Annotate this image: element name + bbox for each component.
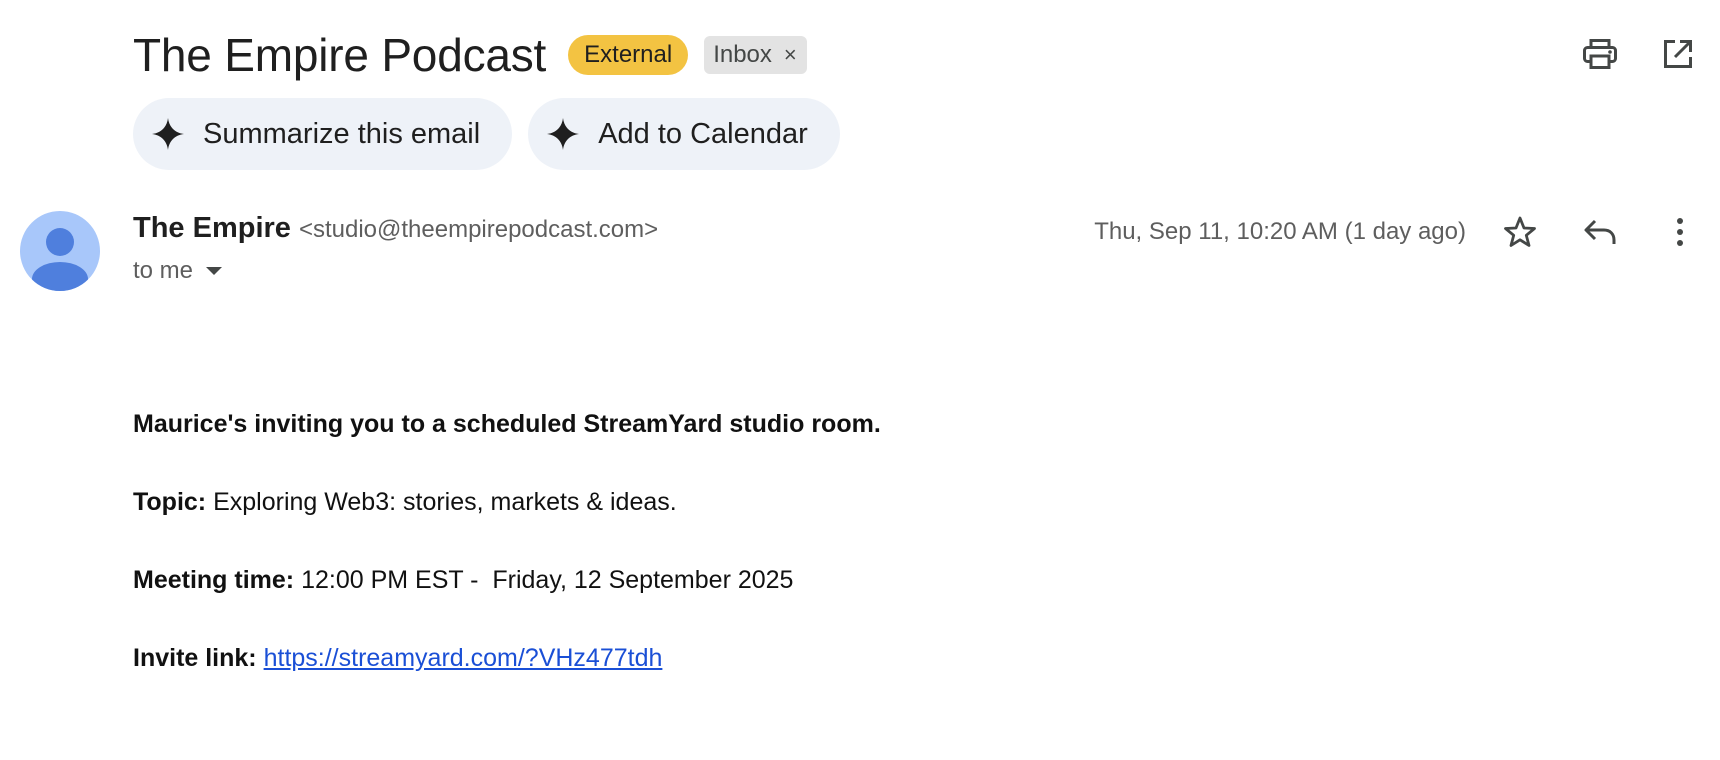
reply-icon bbox=[1584, 219, 1616, 244]
body-intro: Maurice's inviting you to a scheduled St… bbox=[133, 406, 881, 442]
chevron-down-icon bbox=[206, 267, 223, 275]
remove-label-icon[interactable]: × bbox=[784, 36, 797, 74]
sparkle-icon bbox=[152, 118, 184, 150]
inbox-label-text: Inbox bbox=[713, 41, 772, 68]
print-button[interactable] bbox=[1580, 34, 1620, 74]
summarize-email-label: Summarize this email bbox=[203, 117, 481, 150]
sender-block: The Empire <studio@theempirepodcast.com>… bbox=[133, 212, 658, 285]
add-to-calendar-button[interactable]: Add to Calendar bbox=[528, 98, 840, 170]
open-in-new-window-button[interactable] bbox=[1658, 34, 1698, 74]
recipients-text: to me bbox=[133, 257, 194, 284]
sender-name[interactable]: The Empire bbox=[133, 212, 291, 245]
more-vertical-icon bbox=[1677, 218, 1683, 246]
sender-email: <studio@theempirepodcast.com> bbox=[298, 216, 659, 243]
meeting-time-label: Meeting time: bbox=[133, 566, 295, 594]
print-icon bbox=[1583, 39, 1617, 69]
body-meeting-time: Meeting time: 12:00 PM EST - Friday, 12 … bbox=[133, 562, 881, 598]
star-icon bbox=[1504, 216, 1536, 247]
sender-line: The Empire <studio@theempirepodcast.com> bbox=[133, 212, 658, 245]
recipients-toggle[interactable]: to me bbox=[133, 257, 658, 285]
intro-text: Maurice's inviting you to a scheduled St… bbox=[133, 410, 881, 438]
topic-label: Topic: bbox=[133, 488, 207, 516]
person-icon bbox=[32, 228, 88, 291]
reply-button[interactable] bbox=[1580, 212, 1620, 252]
subject-row: The Empire Podcast External Inbox × bbox=[133, 26, 807, 84]
invite-link[interactable]: https://streamyard.com/?VHz477tdh bbox=[264, 644, 663, 672]
meeting-time-value: 12:00 PM EST - Friday, 12 September 2025 bbox=[294, 566, 794, 594]
message-date: Thu, Sep 11, 10:20 AM (1 day ago) bbox=[1094, 218, 1466, 245]
email-view: The Empire Podcast External Inbox × Summ… bbox=[0, 0, 1720, 760]
more-options-button[interactable] bbox=[1660, 212, 1700, 252]
star-button[interactable] bbox=[1500, 212, 1540, 252]
top-actions bbox=[1580, 34, 1698, 74]
summarize-email-button[interactable]: Summarize this email bbox=[133, 98, 513, 170]
gemini-chips: Summarize this email Add to Calendar bbox=[133, 98, 840, 170]
sparkle-icon bbox=[547, 118, 580, 150]
add-to-calendar-label: Add to Calendar bbox=[598, 117, 808, 150]
email-subject: The Empire Podcast bbox=[133, 29, 547, 81]
open-in-new-window-icon bbox=[1664, 40, 1692, 68]
invite-link-label: Invite link: bbox=[133, 644, 257, 672]
topic-value: Exploring Web3: stories, markets & ideas… bbox=[206, 488, 677, 516]
body-invite-link: Invite link: https://streamyard.com/?VHz… bbox=[133, 640, 881, 676]
sender-avatar[interactable] bbox=[20, 211, 100, 291]
inbox-label[interactable]: Inbox × bbox=[704, 36, 807, 74]
email-body: Maurice's inviting you to a scheduled St… bbox=[133, 406, 881, 718]
message-meta: Thu, Sep 11, 10:20 AM (1 day ago) bbox=[1094, 212, 1700, 252]
external-label: External bbox=[568, 35, 689, 75]
body-topic: Topic: Exploring Web3: stories, markets … bbox=[133, 484, 881, 520]
